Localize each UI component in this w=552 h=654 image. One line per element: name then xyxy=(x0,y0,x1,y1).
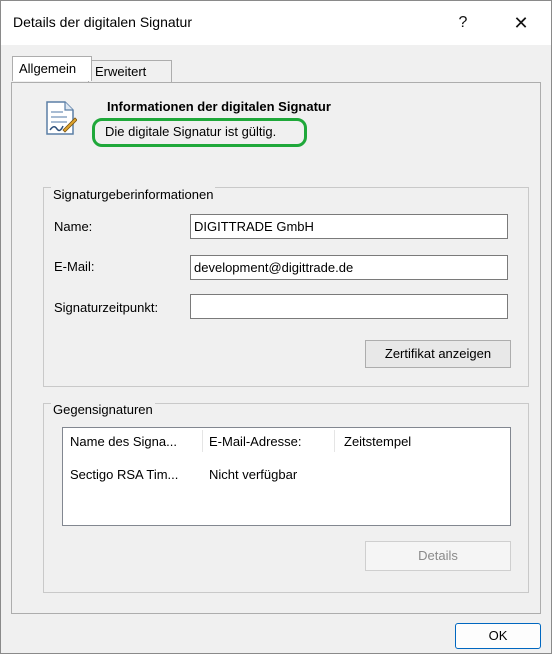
row-cell-name[interactable]: Sectigo RSA Tim... xyxy=(70,467,178,482)
column-header-email[interactable]: E-Mail-Adresse: xyxy=(209,434,301,449)
countersignature-group-label: Gegensignaturen xyxy=(51,402,155,417)
close-button[interactable]: ✕ xyxy=(503,9,539,37)
column-header-name[interactable]: Name des Signa... xyxy=(70,434,177,449)
column-divider[interactable] xyxy=(334,430,335,452)
signer-group-label: Signaturgeberinformationen xyxy=(51,187,216,202)
info-title: Informationen der digitalen Signatur xyxy=(107,99,331,114)
countersignature-list[interactable]: Name des Signa... E-Mail-Adresse: Zeitst… xyxy=(62,427,511,526)
time-label: Signaturzeitpunkt: xyxy=(54,300,159,315)
column-divider[interactable] xyxy=(202,430,203,452)
email-label: E-Mail: xyxy=(54,259,95,274)
name-field[interactable]: DIGITTRADE GmbH xyxy=(190,214,508,239)
window-title: Details der digitalen Signatur xyxy=(13,14,192,30)
title-bar: Details der digitalen Signatur ? ✕ xyxy=(1,1,551,45)
tab-allgemein[interactable]: Allgemein xyxy=(12,56,92,81)
column-header-timestamp[interactable]: Zeitstempel xyxy=(344,434,411,449)
ok-button[interactable]: OK xyxy=(455,623,541,649)
signature-status: Die digitale Signatur ist gültig. xyxy=(105,124,277,139)
dialog-window: Details der digitalen Signatur ? ✕ Allge… xyxy=(0,0,552,654)
view-certificate-button[interactable]: Zertifikat anzeigen xyxy=(365,340,511,368)
help-button[interactable]: ? xyxy=(445,9,481,37)
name-label: Name: xyxy=(54,219,93,234)
time-field[interactable] xyxy=(190,294,508,319)
row-cell-email[interactable]: Nicht verfügbar xyxy=(209,467,297,482)
details-button[interactable]: Details xyxy=(365,541,511,571)
email-field[interactable]: development@digittrade.de xyxy=(190,255,508,280)
signature-document-icon xyxy=(46,101,77,135)
tab-erweitert[interactable]: Erweitert xyxy=(88,60,172,83)
